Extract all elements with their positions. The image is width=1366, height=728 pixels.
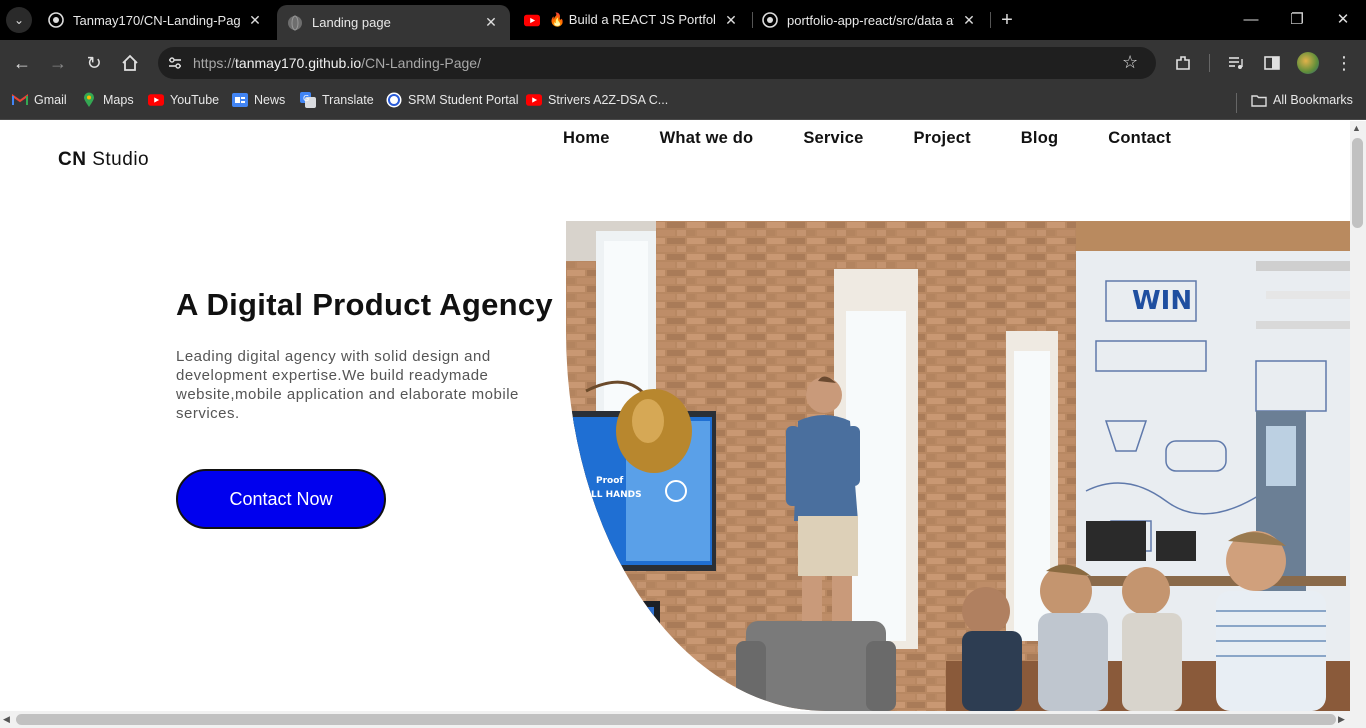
folder-icon: [1251, 92, 1267, 108]
close-icon[interactable]: ✕: [482, 14, 500, 31]
close-icon[interactable]: ✕: [960, 12, 978, 29]
bookmark-translate[interactable]: G Translate: [300, 89, 374, 111]
hero-title: A Digital Product Agency: [176, 287, 553, 322]
forward-icon[interactable]: →: [46, 51, 70, 75]
main-nav: Home What we do Service Project Blog Con…: [563, 129, 1221, 148]
nav-service[interactable]: Service: [803, 129, 863, 148]
toolbar-separator: [1209, 54, 1210, 72]
bookmark-label: SRM Student Portal: [408, 93, 519, 107]
portal-icon: [386, 92, 402, 108]
hero-description: Leading digital agency with solid design…: [176, 348, 519, 422]
gmail-icon: [12, 92, 28, 108]
tab-title: 🔥 Build a REACT JS Portfolio W: [549, 12, 716, 27]
scroll-right-arrow-icon[interactable]: ▶: [1338, 714, 1345, 725]
contact-now-button[interactable]: Contact Now: [176, 469, 386, 529]
nav-project[interactable]: Project: [913, 129, 970, 148]
extensions-icon[interactable]: [1171, 51, 1195, 75]
bookmark-strivers[interactable]: Strivers A2Z-DSA C...: [526, 89, 668, 111]
nav-contact[interactable]: Contact: [1108, 129, 1171, 148]
bookmark-label: Maps: [103, 93, 134, 107]
bookmark-gmail[interactable]: Gmail: [12, 89, 67, 111]
tab-separator: [990, 12, 991, 28]
tab-title: portfolio-app-react/src/data at: [787, 12, 954, 28]
image-screen-text-2: ALL HANDS: [584, 490, 642, 500]
side-panel-icon[interactable]: [1260, 51, 1284, 75]
youtube-icon: [524, 12, 540, 28]
bookmark-maps[interactable]: Maps: [81, 89, 134, 111]
site-info-icon[interactable]: [166, 54, 184, 77]
bookmark-news[interactable]: News: [232, 89, 285, 111]
logo-rest: Studio: [86, 149, 150, 170]
youtube-icon: [148, 92, 164, 108]
bookmark-label: Gmail: [34, 93, 67, 107]
globe-icon: [287, 15, 303, 31]
media-control-icon[interactable]: [1224, 51, 1248, 75]
bookmark-label: Translate: [322, 93, 374, 107]
tab-landing-page[interactable]: Landing page ✕: [277, 5, 510, 40]
close-window-button[interactable]: ✕: [1331, 8, 1355, 32]
address-bar[interactable]: https://tanmay170.github.io/CN-Landing-P…: [158, 47, 1156, 79]
tab-youtube-video[interactable]: 🔥 Build a REACT JS Portfolio W ✕: [514, 0, 750, 40]
new-tab-button[interactable]: +: [995, 8, 1019, 32]
hero-image: WIN Proof ALL HANDS: [566, 221, 1350, 711]
news-icon: [232, 92, 248, 108]
bookmark-label: Strivers A2Z-DSA C...: [548, 93, 669, 107]
profile-avatar[interactable]: [1297, 52, 1319, 74]
tab-github-data[interactable]: portfolio-app-react/src/data at ✕: [752, 0, 988, 40]
back-icon[interactable]: ←: [10, 51, 34, 75]
image-screen-text-1: Proof: [596, 476, 623, 486]
github-icon: [48, 12, 64, 28]
scroll-left-arrow-icon[interactable]: ◀: [3, 714, 10, 725]
all-bookmarks[interactable]: All Bookmarks: [1251, 89, 1353, 111]
bookmark-label: YouTube: [170, 93, 220, 107]
nav-what-we-do[interactable]: What we do: [660, 129, 754, 148]
bookmark-youtube[interactable]: YouTube: [148, 89, 219, 111]
bookmarks-separator: [1236, 93, 1237, 113]
nav-blog[interactable]: Blog: [1021, 129, 1058, 148]
tab-github-repo[interactable]: Tanmay170/CN-Landing-Page ✕: [38, 0, 274, 40]
home-icon[interactable]: [118, 51, 142, 75]
site-logo[interactable]: CN Studio: [58, 149, 149, 171]
logo-bold: CN: [58, 149, 87, 170]
url-text: https://tanmay170.github.io/CN-Landing-P…: [193, 55, 481, 71]
reload-icon[interactable]: ↻: [82, 51, 106, 75]
close-icon[interactable]: ✕: [722, 12, 740, 29]
url-scheme: https://: [193, 55, 236, 71]
translate-icon: G: [300, 92, 316, 108]
nav-home[interactable]: Home: [563, 129, 610, 148]
image-sign-text: WIN: [1132, 286, 1192, 316]
menu-kebab-icon[interactable]: ⋮: [1332, 51, 1356, 75]
svg-text:G: G: [303, 94, 309, 103]
url-path: /CN-Landing-Page/: [361, 55, 481, 71]
bookmark-srm-portal[interactable]: SRM Student Portal: [386, 89, 518, 111]
vertical-scrollbar-thumb[interactable]: [1352, 138, 1363, 228]
maps-icon: [81, 92, 97, 108]
scroll-up-arrow-icon[interactable]: ▲: [1352, 123, 1361, 133]
page-viewport: CN Studio Home What we do Service Projec…: [0, 121, 1350, 711]
tab-search-button[interactable]: ⌄: [6, 7, 32, 33]
youtube-icon: [526, 92, 542, 108]
github-icon: [762, 12, 778, 28]
minimize-button[interactable]: —: [1239, 8, 1263, 32]
restore-button[interactable]: ❐: [1285, 8, 1309, 32]
bookmark-label: News: [254, 93, 286, 107]
all-bookmarks-label: All Bookmarks: [1273, 93, 1353, 107]
tab-title: Landing page: [312, 15, 391, 30]
horizontal-scrollbar-thumb[interactable]: [16, 714, 1336, 725]
tab-title: Tanmay170/CN-Landing-Page: [73, 12, 240, 28]
url-host: tanmay170.github.io: [235, 55, 362, 71]
close-icon[interactable]: ✕: [246, 12, 264, 29]
bookmark-star-icon[interactable]: ☆: [1122, 52, 1138, 73]
